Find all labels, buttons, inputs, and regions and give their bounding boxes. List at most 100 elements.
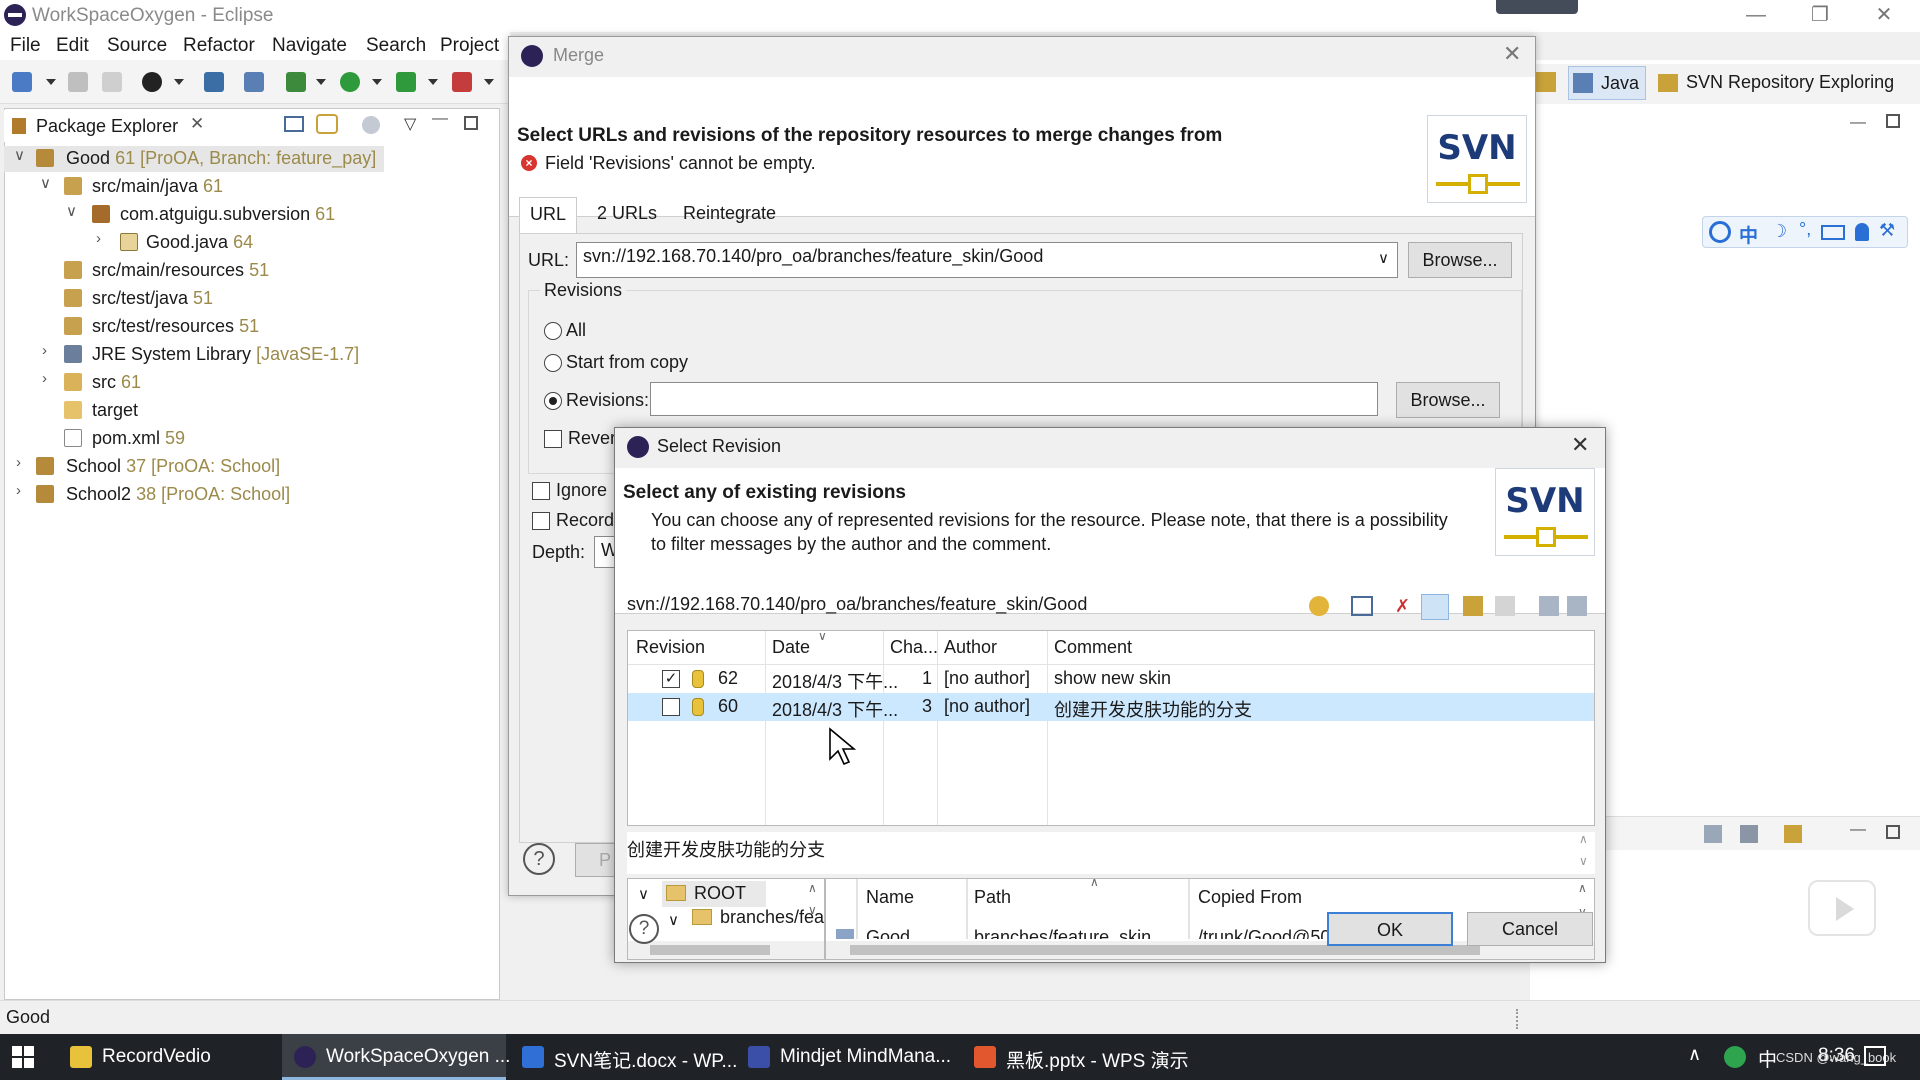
taskbar-item-wps-presentation[interactable]: 黑板.pptx - WPS 演示 (962, 1034, 1189, 1080)
chevron-down-icon[interactable]: ∨ (66, 202, 80, 220)
tree-root-item[interactable]: ROOT (662, 881, 766, 907)
revision-checkbox[interactable]: ✓ (662, 670, 680, 688)
menu-edit[interactable]: Edit (56, 35, 89, 57)
display-icon[interactable] (1740, 825, 1758, 843)
menu-refactor[interactable]: Refactor (183, 35, 255, 57)
maximize-view-icon[interactable] (464, 116, 478, 130)
save-icon[interactable] (68, 72, 88, 92)
revision-checkbox[interactable] (662, 698, 680, 716)
tab-2-urls[interactable]: 2 URLs (587, 197, 667, 233)
focus-icon[interactable] (362, 116, 380, 134)
taskbar-item-recordvedio[interactable]: RecordVedio (58, 1034, 278, 1080)
browse-url-button[interactable]: Browse... (1408, 242, 1512, 278)
run-icon[interactable] (340, 72, 360, 92)
ignore-checkbox[interactable] (532, 482, 550, 500)
close-icon[interactable]: ✕ (1571, 432, 1589, 458)
tree-item-school[interactable]: › School 37 [ProOA: School] (4, 454, 404, 480)
tab-url[interactable]: URL (519, 197, 578, 235)
chevron-down-icon[interactable]: ∨ (638, 885, 649, 903)
menu-navigate[interactable]: Navigate (272, 35, 347, 57)
url-combo[interactable]: svn://192.168.70.140/pro_oa/branches/fea… (576, 242, 1398, 278)
tree-item-jre[interactable]: › JRE System Library [JavaSE-1.7] (4, 342, 404, 368)
close-view-icon[interactable]: ✕ (190, 114, 204, 134)
ok-button[interactable]: OK (1327, 912, 1453, 946)
link-with-editor-icon[interactable] (316, 114, 338, 134)
perspective-java-button[interactable]: Java (1568, 66, 1646, 100)
chevron-down-icon[interactable] (484, 79, 494, 85)
svn-icon[interactable] (142, 72, 162, 92)
chevron-down-icon[interactable] (316, 79, 326, 85)
terminal-icon[interactable] (204, 72, 224, 92)
skip-breakpoints-icon[interactable] (244, 72, 264, 92)
tree-item-pom[interactable]: pom.xml 59 (4, 426, 404, 452)
column-copied-from[interactable]: Copied From (1198, 887, 1302, 908)
column-revision[interactable]: Revision (636, 637, 705, 658)
menu-file[interactable]: File (10, 35, 41, 57)
record-checkbox[interactable] (532, 512, 550, 530)
column-author[interactable]: Author (944, 637, 997, 658)
menu-project[interactable]: Project (440, 35, 499, 57)
view-menu-icon[interactable]: ▽ (404, 114, 416, 134)
tree-item-src-test-java[interactable]: src/test/java 51 (4, 286, 404, 312)
chevron-down-icon[interactable]: ∨ (1378, 249, 1389, 267)
column-date[interactable]: Date (772, 637, 810, 658)
debug-icon[interactable] (286, 72, 306, 92)
table-row-selected[interactable]: 60 2018/4/3 下午... 3 [no author] 创建开发皮肤功能… (628, 693, 1594, 721)
chevron-right-icon[interactable]: › (16, 454, 30, 471)
column-name[interactable]: Name (866, 887, 914, 908)
minimize-view-icon[interactable]: — (432, 110, 448, 128)
restore-button[interactable]: ❐ (1800, 2, 1840, 28)
tree-item-package[interactable]: ∨ com.atguigu.subversion 61 (4, 202, 404, 228)
comment-text-area[interactable]: 创建开发皮肤功能的分支 ∧ ∨ (627, 832, 1595, 874)
tree-item-target[interactable]: target (4, 398, 404, 424)
path-row[interactable]: Good branches/feature_skin /trunk/Good@5… (826, 915, 1576, 939)
reverse-checkbox[interactable] (544, 430, 562, 448)
chevron-down-icon[interactable]: ∨ (14, 146, 28, 164)
pin-icon[interactable] (1704, 825, 1722, 843)
column-path[interactable]: Path (974, 887, 1011, 908)
show-all-icon[interactable] (1567, 596, 1587, 616)
floating-play-button[interactable] (1808, 880, 1876, 936)
chevron-down-icon[interactable] (174, 79, 184, 85)
floating-recorder-icon[interactable] (1496, 0, 1578, 14)
minimize-button[interactable]: — (1736, 2, 1776, 28)
chevron-down-icon[interactable]: ∨ (1579, 854, 1588, 868)
tray-chevron-up-icon[interactable]: ∧ (1688, 1044, 1701, 1065)
perspective-svn-button[interactable]: SVN Repository Exploring (1654, 66, 1914, 100)
chevron-down-icon[interactable] (372, 79, 382, 85)
maximize-view-icon[interactable] (1886, 114, 1900, 128)
scrollbar-thumb[interactable] (850, 945, 1480, 955)
chevron-down-icon[interactable]: ∨ (40, 174, 54, 192)
tree-item-src[interactable]: › src 61 (4, 370, 404, 396)
save-all-icon[interactable] (102, 72, 122, 92)
tree-item-src-main-java[interactable]: ∨ src/main/java 61 (4, 174, 404, 200)
chevron-down-icon[interactable] (428, 79, 438, 85)
maximize-view-icon[interactable] (1886, 825, 1900, 839)
column-comment[interactable]: Comment (1054, 637, 1132, 658)
chevron-up-icon[interactable]: ∧ (1579, 832, 1588, 846)
open-perspective-icon[interactable] (1536, 72, 1556, 92)
tree-item-school2[interactable]: › School2 38 [ProOA: School] (4, 482, 404, 508)
help-icon[interactable]: ? (523, 843, 555, 875)
taskbar-item-mindjet[interactable]: Mindjet MindMana... (736, 1034, 960, 1080)
clear-filter-icon[interactable]: ✗ (1395, 596, 1415, 616)
coverage-icon[interactable] (396, 72, 416, 92)
compare-icon[interactable] (1463, 596, 1483, 616)
scrollbar[interactable]: ∧ ∨ (1577, 832, 1593, 872)
tab-reintegrate[interactable]: Reintegrate (673, 197, 786, 233)
chevron-down-icon[interactable]: ∨ (808, 903, 817, 917)
close-window-button[interactable]: ✕ (1864, 2, 1904, 28)
tray-app-icon[interactable] (1724, 1046, 1746, 1068)
browse-revisions-button[interactable]: Browse... (1396, 382, 1500, 418)
column-changes[interactable]: Cha... (890, 637, 938, 658)
tree-item-good[interactable]: ∨ Good 61 [ProOA, Branch: feature_pay] (4, 146, 384, 172)
taskbar-item-eclipse[interactable]: WorkSpaceOxygen ... (282, 1034, 510, 1080)
revision-graph-icon[interactable] (1351, 596, 1373, 616)
paging-icon[interactable] (1539, 596, 1559, 616)
new-icon[interactable] (12, 72, 32, 92)
collapse-all-icon[interactable] (284, 116, 304, 132)
open-console-icon[interactable] (1784, 825, 1802, 843)
revisions-field[interactable] (650, 382, 1378, 416)
radio-start-from-copy[interactable] (544, 354, 562, 372)
radio-revisions[interactable] (544, 392, 562, 410)
